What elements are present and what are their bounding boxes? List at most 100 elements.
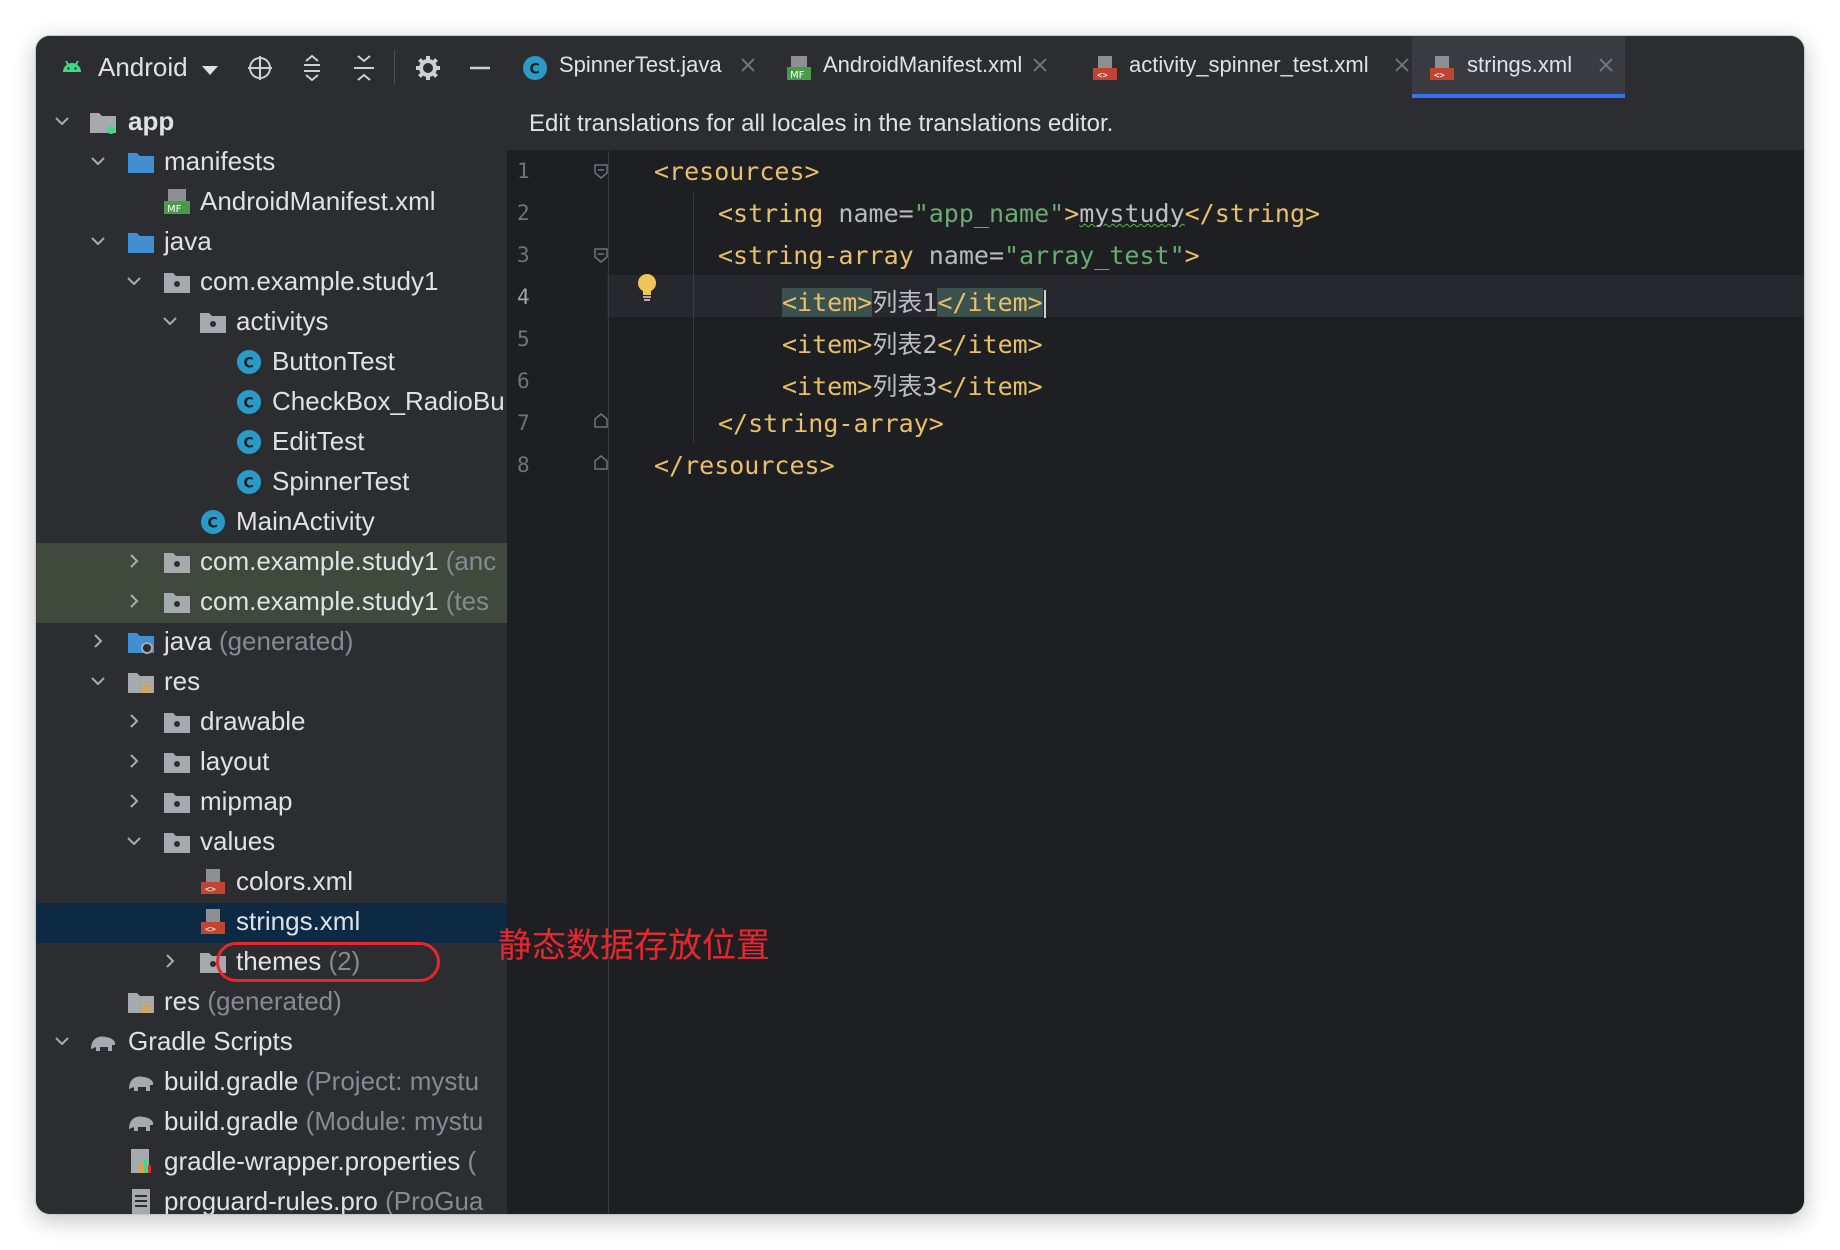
- svg-text:C: C: [244, 356, 254, 372]
- chevron-down-icon[interactable]: [88, 151, 108, 171]
- tree-item-manifests[interactable]: manifests: [36, 143, 507, 183]
- code-token: <item>: [782, 372, 873, 401]
- translations-editor-banner[interactable]: Edit translations for all locales in the…: [507, 98, 1804, 151]
- chevron-right-icon[interactable]: [124, 591, 144, 611]
- fold-end-icon[interactable]: [593, 455, 609, 471]
- gutter-divider: [608, 151, 609, 1214]
- tree-item-res[interactable]: res: [36, 663, 507, 703]
- code-line-7: </string-array>: [718, 409, 944, 438]
- project-view-selector[interactable]: Android: [98, 52, 188, 83]
- tab-androidmanifest-xml[interactable]: MF AndroidManifest.xml: [769, 36, 1069, 98]
- code-token: mystudy: [1079, 199, 1185, 228]
- tree-item-label: res: [164, 666, 201, 696]
- close-icon[interactable]: [1393, 56, 1411, 74]
- code-token: "app_name": [913, 199, 1065, 228]
- chevron-right-icon[interactable]: [124, 791, 144, 811]
- close-icon[interactable]: [739, 56, 757, 74]
- chevron-down-icon[interactable]: [88, 671, 108, 691]
- tab-activity-spinner-test-xml[interactable]: <> activity_spinner_test.xml: [1075, 36, 1409, 98]
- minimize-icon[interactable]: [466, 54, 494, 82]
- svg-text:MF: MF: [167, 204, 182, 215]
- java-class-icon: C: [237, 470, 261, 494]
- tree-item-package[interactable]: com.example.study1: [36, 263, 507, 303]
- package-icon: [164, 273, 190, 293]
- text-caret: [1043, 290, 1046, 318]
- tree-item-mipmap[interactable]: mipmap: [36, 783, 507, 823]
- chevron-right-icon[interactable]: [160, 951, 180, 971]
- annotation-text: 静态数据存放位置: [498, 926, 770, 966]
- close-icon[interactable]: [1031, 56, 1049, 74]
- tree-item-activitys[interactable]: activitys: [36, 303, 507, 343]
- chevron-down-icon[interactable]: [52, 111, 72, 131]
- expand-all-icon[interactable]: [298, 54, 326, 82]
- gear-icon[interactable]: [414, 54, 442, 82]
- tree-item-build-gradle-project[interactable]: build.gradle (Project: mystu: [36, 1063, 507, 1103]
- tree-item-build-gradle-module[interactable]: build.gradle (Module: mystu: [36, 1103, 507, 1143]
- code-token: </item>: [937, 288, 1043, 317]
- chevron-right-icon[interactable]: [88, 631, 108, 651]
- tree-item-layout[interactable]: layout: [36, 743, 507, 783]
- chevron-down-icon[interactable]: [124, 271, 144, 291]
- tree-item-colors-xml[interactable]: <> colors.xml: [36, 863, 507, 903]
- fold-icon[interactable]: [593, 163, 609, 179]
- tree-item-strings-xml[interactable]: <> strings.xml: [36, 903, 507, 943]
- crosshair-icon[interactable]: [246, 54, 274, 82]
- package-icon: [164, 713, 190, 733]
- tree-item-extra: (Project: mystu: [305, 1066, 480, 1096]
- folder-icon: [128, 233, 154, 253]
- line-number: 4: [517, 285, 530, 309]
- android-icon: [63, 60, 81, 72]
- tree-item-package-android-test[interactable]: com.example.study1 (anc: [36, 543, 507, 583]
- java-class-icon: C: [523, 56, 547, 80]
- tree-item-class[interactable]: C EditTest: [36, 423, 507, 463]
- tree-item-app[interactable]: app: [36, 103, 507, 143]
- fold-icon[interactable]: [593, 247, 609, 263]
- chevron-down-icon[interactable]: [88, 231, 108, 251]
- close-icon[interactable]: [1597, 56, 1615, 74]
- chevron-down-icon[interactable]: [160, 311, 180, 331]
- chevron-down-icon[interactable]: [52, 1031, 72, 1051]
- text-file-icon: [132, 1189, 150, 1214]
- banner-text: Edit translations for all locales in the…: [529, 110, 1114, 137]
- tree-item-class[interactable]: C SpinnerTest: [36, 463, 507, 503]
- tree-item-class[interactable]: C ButtonTest: [36, 343, 507, 383]
- tree-item-text: java (generated): [164, 626, 353, 657]
- tab-spinnertest-java[interactable]: C SpinnerTest.java: [507, 36, 767, 98]
- tree-item-class[interactable]: C MainActivity: [36, 503, 507, 543]
- tree-item-extra: (anc: [445, 546, 497, 576]
- tree-item-res-generated[interactable]: res (generated): [36, 983, 507, 1023]
- chevron-right-icon[interactable]: [124, 551, 144, 571]
- fold-end-icon[interactable]: [593, 413, 609, 429]
- line-number: 1: [517, 159, 530, 183]
- tree-item-label: manifests: [164, 146, 276, 176]
- code-token: <string-array: [718, 241, 914, 270]
- chevron-right-icon[interactable]: [124, 711, 144, 731]
- lightbulb-icon[interactable]: [635, 273, 659, 303]
- ide-window: Android app manifests MF AndroidManifest…: [36, 36, 1804, 1214]
- tree-item-java[interactable]: java: [36, 223, 507, 263]
- chevron-right-icon[interactable]: [124, 751, 144, 771]
- code-token: </item>: [937, 330, 1043, 359]
- tree-item-gradle-wrapper[interactable]: gradle-wrapper.properties (: [36, 1143, 507, 1183]
- tree-item-proguard-rules[interactable]: proguard-rules.pro (ProGua: [36, 1183, 507, 1214]
- tree-item-package-test[interactable]: com.example.study1 (tes: [36, 583, 507, 623]
- tree-item-android-manifest[interactable]: MF AndroidManifest.xml: [36, 183, 507, 223]
- collapse-all-icon[interactable]: [350, 54, 378, 82]
- chevron-down-icon[interactable]: [124, 831, 144, 851]
- package-icon: [164, 793, 190, 813]
- package-icon: [164, 593, 190, 613]
- tree-item-java-generated[interactable]: java (generated): [36, 623, 507, 663]
- tree-item-values[interactable]: values: [36, 823, 507, 863]
- tree-item-drawable[interactable]: drawable: [36, 703, 507, 743]
- tree-item-class[interactable]: C CheckBox_RadioBu: [36, 383, 507, 423]
- tree-item-gradle-scripts[interactable]: Gradle Scripts: [36, 1023, 507, 1063]
- tree-item-extra: (generated): [218, 626, 354, 656]
- gradle-elephant-icon: [129, 1116, 154, 1131]
- chevron-down-icon[interactable]: [202, 66, 218, 75]
- code-line-3: <string-array name="array_test">: [718, 241, 1200, 270]
- code-line-5: <item>列表2</item>: [782, 325, 1043, 361]
- tab-strings-xml[interactable]: <> strings.xml: [1412, 36, 1625, 98]
- code-line-8: </resources>: [654, 451, 835, 480]
- code-editor[interactable]: 1 2 3 4 5 6 7 8 <resources> <string name…: [507, 151, 1804, 1214]
- svg-text:<>: <>: [205, 885, 216, 895]
